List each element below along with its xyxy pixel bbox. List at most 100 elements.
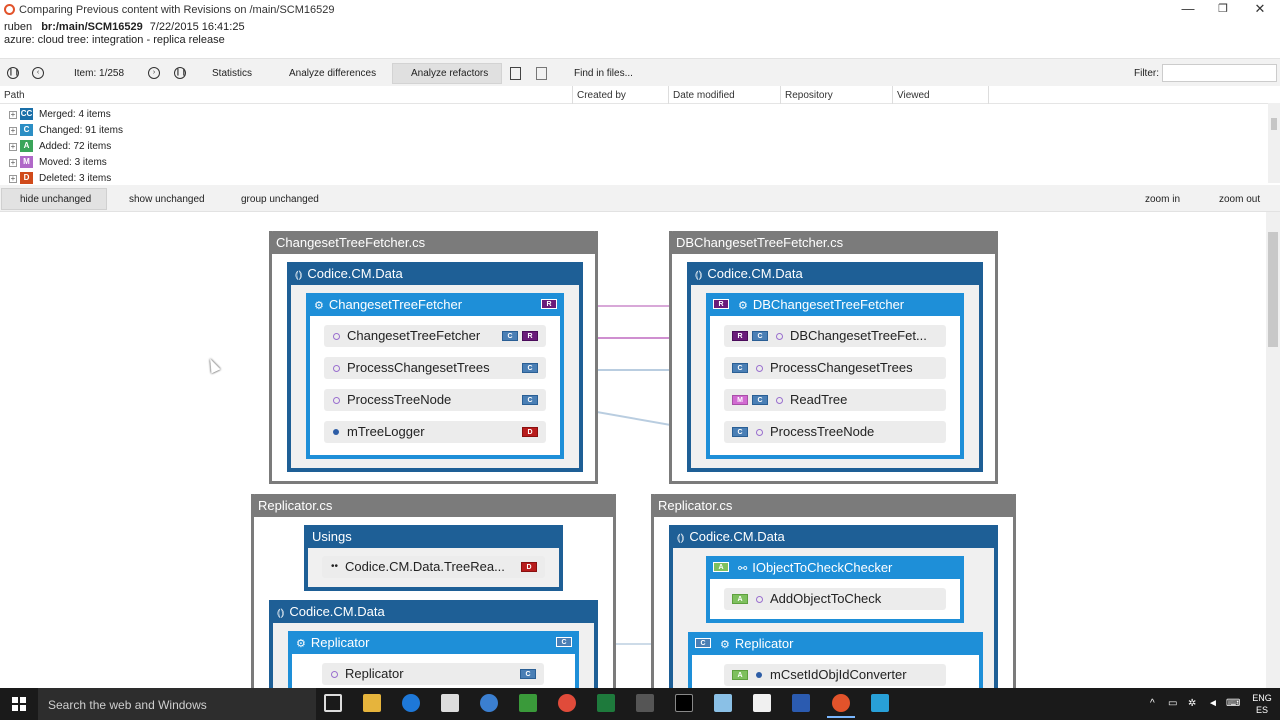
class-header[interactable]: ⚙ ChangesetTreeFetcher R	[306, 293, 564, 316]
member-dbchangesettreefetcher[interactable]: R C DBChangesetTreeFet...	[724, 325, 946, 347]
app-icon-gear[interactable]	[871, 694, 889, 712]
column-path[interactable]: Path	[4, 90, 25, 101]
chrome-icon[interactable]	[558, 694, 576, 712]
renamed-tag: R	[541, 299, 557, 309]
show-unchanged-button[interactable]: show unchanged	[129, 194, 205, 205]
tree-label: Changed: 91 items	[39, 125, 123, 136]
namespace-header[interactable]: ⦅⦆ Codice.CM.Data	[287, 262, 583, 285]
member-processtreenode[interactable]: ProcessTreeNode C	[324, 389, 546, 411]
member-processtreenode[interactable]: C ProcessTreeNode	[724, 421, 946, 443]
expand-icon[interactable]: +	[9, 159, 17, 167]
restore-button[interactable]: ❐	[1213, 2, 1233, 18]
group-unchanged-button[interactable]: group unchanged	[241, 194, 319, 205]
tree-scrollbar[interactable]	[1268, 103, 1280, 183]
app-icon-pen[interactable]	[714, 694, 732, 712]
class-header[interactable]: R ⚙ DBChangesetTreeFetcher	[706, 293, 964, 316]
find-in-files-button[interactable]: Find in files...	[574, 68, 633, 79]
deleted-tag: D	[522, 427, 538, 437]
namespace-icon: ⦅⦆	[295, 269, 303, 281]
app-icon-blue[interactable]	[480, 694, 498, 712]
close-button[interactable]: ✕	[1250, 2, 1270, 18]
tree-row-added[interactable]: + A Added: 72 items	[0, 139, 400, 155]
tree-row-changed[interactable]: + C Changed: 91 items	[0, 123, 400, 139]
namespace-header[interactable]: ⦅⦆ Codice.CM.Data	[269, 600, 598, 623]
first-item-icon[interactable]: ❙❙	[7, 67, 20, 79]
last-item-icon[interactable]: ❙❙	[174, 67, 187, 79]
class-header[interactable]: ⚙ Replicator C	[288, 631, 579, 654]
chevron-up-icon[interactable]: ^	[1150, 698, 1155, 709]
minimize-button[interactable]: —	[1178, 2, 1198, 18]
member-readtree[interactable]: M C ReadTree	[724, 389, 946, 411]
member-processchangesettrees[interactable]: C ProcessChangesetTrees	[724, 357, 946, 379]
tree-label: Merged: 4 items	[39, 109, 111, 120]
filter-input[interactable]	[1162, 64, 1277, 82]
tree-row-merged[interactable]: + CC Merged: 4 items	[0, 107, 400, 123]
taskbar-search[interactable]: Search the web and Windows	[38, 688, 316, 720]
plastic-scm-icon[interactable]	[827, 694, 855, 718]
windows-start-icon[interactable]	[12, 697, 26, 711]
notepad-icon[interactable]	[753, 694, 771, 712]
analyze-differences-button[interactable]: Analyze differences	[289, 68, 376, 79]
namespace-header[interactable]: ⦅⦆ Codice.CM.Data	[669, 525, 998, 548]
language-indicator[interactable]: ENG ES	[1250, 692, 1274, 716]
file-header[interactable]: ChangesetTreeFetcher.cs	[269, 231, 598, 254]
analyze-refactors-button[interactable]: Analyze refactors	[411, 68, 488, 79]
member-changesettreefetcher[interactable]: ChangesetTreeFetcher C R	[324, 325, 546, 347]
excel-icon[interactable]	[597, 694, 615, 712]
class-header[interactable]: C ⚙ Replicator	[688, 632, 983, 655]
branch-name: br:/main/SCM16529	[41, 21, 143, 33]
using-item[interactable]: •• Codice.CM.Data.TreeRea... D	[322, 556, 545, 578]
class-box: R ⚙ DBChangesetTreeFetcher R C DBChangese…	[706, 293, 964, 459]
tree-row-moved[interactable]: + M Moved: 3 items	[0, 155, 400, 171]
zoom-out-button[interactable]: zoom out	[1219, 194, 1260, 205]
console-icon[interactable]	[675, 694, 693, 712]
scrollbar-thumb[interactable]	[1271, 118, 1277, 130]
changed-tag: C	[752, 395, 768, 405]
file-header[interactable]: Replicator.cs	[651, 494, 1016, 517]
word-icon[interactable]	[792, 694, 810, 712]
app-icon-green[interactable]	[519, 694, 537, 712]
field-icon	[756, 672, 762, 678]
changed-tag: C	[732, 363, 748, 373]
column-created-by[interactable]: Created by	[577, 90, 626, 101]
file-header[interactable]: Replicator.cs	[251, 494, 616, 517]
interface-header[interactable]: A ⚯ IObjectToCheckChecker	[706, 556, 964, 579]
usings-box: Usings •• Codice.CM.Data.TreeRea... D	[304, 525, 563, 591]
edge-icon[interactable]	[402, 694, 420, 712]
file-explorer-icon[interactable]	[363, 694, 381, 712]
expand-icon[interactable]: +	[9, 111, 17, 119]
member-mtreelogger[interactable]: mTreeLogger D	[324, 421, 546, 443]
keyboard-icon[interactable]: ⌨	[1226, 698, 1240, 709]
expand-icon[interactable]: +	[9, 127, 17, 135]
network-icon[interactable]: ✲	[1188, 698, 1196, 709]
app-icon-grid[interactable]	[636, 694, 654, 712]
keyboard-layout: ES	[1255, 705, 1268, 715]
volume-icon[interactable]: ◄	[1208, 698, 1218, 709]
class-box: ⚙ ChangesetTreeFetcher R ChangesetTreeFet…	[306, 293, 564, 459]
usings-header[interactable]: Usings	[304, 525, 563, 548]
next-item-icon[interactable]: ›	[148, 67, 160, 79]
task-view-icon[interactable]	[324, 694, 342, 712]
scrollbar-thumb[interactable]	[1268, 232, 1278, 347]
column-date-modified[interactable]: Date modified	[673, 90, 735, 101]
member-processchangesettrees[interactable]: ProcessChangesetTrees C	[324, 357, 546, 379]
column-viewed[interactable]: Viewed	[897, 90, 930, 101]
expand-icon[interactable]: +	[9, 175, 17, 183]
column-repository[interactable]: Repository	[785, 90, 833, 101]
store-icon[interactable]	[441, 694, 459, 712]
file-header[interactable]: DBChangesetTreeFetcher.cs	[669, 231, 998, 254]
open-file-icon[interactable]	[510, 67, 521, 80]
member-addobjecttocheck[interactable]: A AddObjectToCheck	[724, 588, 946, 610]
save-file-icon[interactable]	[536, 67, 547, 80]
diagram-scrollbar[interactable]	[1266, 212, 1280, 688]
hide-unchanged-button[interactable]: hide unchanged	[20, 194, 91, 205]
member-replicator[interactable]: Replicator C	[322, 663, 544, 685]
battery-icon[interactable]: ▭	[1168, 698, 1177, 709]
previous-item-icon[interactable]: ‹	[32, 67, 44, 79]
statistics-button[interactable]: Statistics	[212, 68, 252, 79]
namespace-header[interactable]: ⦅⦆ Codice.CM.Data	[687, 262, 983, 285]
class-icon: ⚙	[738, 300, 748, 312]
zoom-in-button[interactable]: zoom in	[1145, 194, 1180, 205]
member-mcsetidobjidconverter[interactable]: A mCsetIdObjIdConverter	[724, 664, 946, 686]
expand-icon[interactable]: +	[9, 143, 17, 151]
